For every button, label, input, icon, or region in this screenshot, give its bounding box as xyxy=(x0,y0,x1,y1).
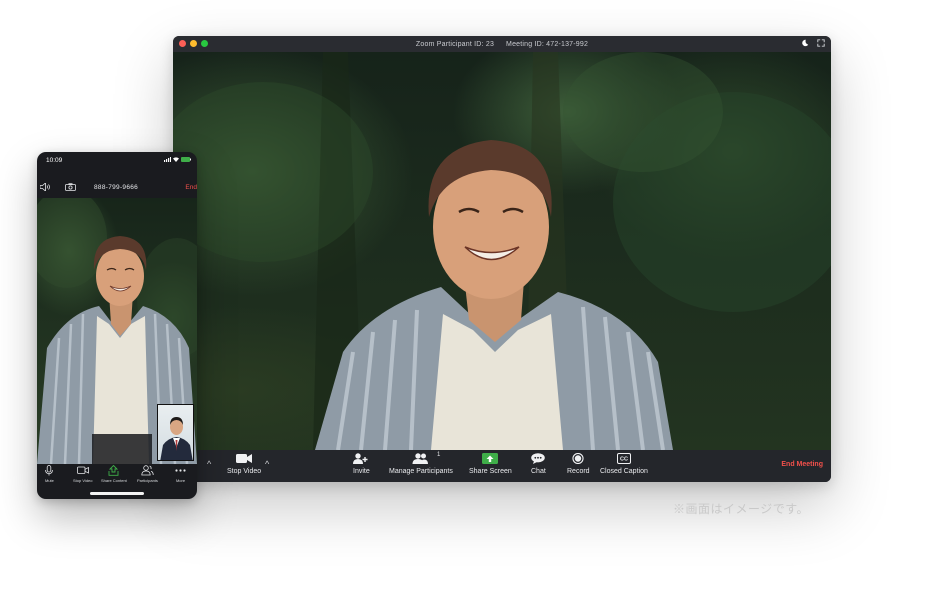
close-window-button[interactable] xyxy=(179,40,186,47)
invite-button[interactable]: Invite xyxy=(353,453,370,475)
record-label: Record xyxy=(567,468,590,475)
closed-caption-label: Closed Caption xyxy=(600,468,648,475)
phone-stop-video-button[interactable]: Stop Video xyxy=(73,465,93,483)
add-person-icon xyxy=(353,453,368,464)
switch-camera-icon[interactable] xyxy=(65,183,76,191)
chat-button[interactable]: Chat xyxy=(531,453,546,475)
manage-participants-button[interactable]: Manage Participants 1 xyxy=(389,452,453,475)
wifi-icon xyxy=(173,157,179,162)
phone-toolbar: Mute Stop Video Share Content Participan… xyxy=(37,464,197,488)
fullscreen-icon[interactable] xyxy=(817,39,825,47)
meeting-id-label: Meeting ID: 472-137-992 xyxy=(506,40,589,48)
meeting-phone-number: 888-799-9666 xyxy=(94,184,139,191)
video-camera-icon xyxy=(236,454,253,463)
window-title: Zoom Participant ID: 23 Meeting ID: 472-1… xyxy=(416,41,588,48)
desktop-meeting-window: Zoom Participant ID: 23 Meeting ID: 472-1… xyxy=(173,36,831,482)
phone-participants-button[interactable]: Participants xyxy=(137,465,158,483)
chat-bubble-icon xyxy=(531,453,546,464)
status-time: 10:09 xyxy=(46,157,63,164)
mute-button[interactable]: Mute xyxy=(45,465,54,483)
audio-options-caret[interactable]: ^ xyxy=(207,459,211,469)
moon-icon[interactable] xyxy=(801,39,809,47)
closed-caption-glyph: CC xyxy=(620,457,628,463)
record-icon xyxy=(572,453,584,464)
maximize-window-button[interactable] xyxy=(201,40,208,47)
phone-status-bar: 10:09 xyxy=(37,152,197,170)
share-content-button[interactable]: Share Content xyxy=(101,465,127,483)
title-icons xyxy=(801,39,825,47)
microphone-icon xyxy=(45,465,54,476)
title-bar: Zoom Participant ID: 23 Meeting ID: 472-1… xyxy=(173,36,831,52)
video-options-caret[interactable]: ^ xyxy=(265,459,269,469)
phone-participants-icon xyxy=(141,465,154,476)
main-video-feed xyxy=(173,52,831,450)
meeting-toolbar: ^ Stop Video ^ Invite Manage Participant… xyxy=(173,450,831,482)
minimize-window-button[interactable] xyxy=(190,40,197,47)
phone-participants-label: Participants xyxy=(137,478,158,483)
participant-id-label: Zoom Participant ID: 23 xyxy=(415,40,495,48)
participants-icon xyxy=(412,453,428,464)
more-dots-icon xyxy=(175,469,186,472)
phone-end-button[interactable]: End xyxy=(185,184,197,191)
stop-video-button[interactable]: Stop Video xyxy=(227,453,261,475)
phone-video-camera-icon xyxy=(76,466,89,474)
record-button[interactable]: Record xyxy=(567,453,590,475)
manage-participants-label: Manage Participants xyxy=(389,468,453,475)
share-screen-icon xyxy=(482,453,499,464)
self-view-thumbnail[interactable] xyxy=(157,404,194,461)
mobile-meeting-screen: 10:09 888-799-9666 End Mute Stop Video S… xyxy=(37,152,197,499)
participant-count: 1 xyxy=(437,452,441,458)
invite-label: Invite xyxy=(353,468,370,475)
self-view-person xyxy=(160,417,193,460)
stop-video-label: Stop Video xyxy=(227,468,262,475)
chat-label: Chat xyxy=(531,468,546,475)
window-controls xyxy=(179,40,208,47)
battery-icon xyxy=(181,157,191,162)
closed-caption-icon: CC xyxy=(616,453,631,464)
signal-icon xyxy=(164,157,171,162)
share-content-icon xyxy=(108,465,119,476)
home-indicator[interactable] xyxy=(90,492,144,495)
closed-caption-button[interactable]: CC Closed Caption xyxy=(600,453,648,475)
share-screen-button[interactable]: Share Screen xyxy=(469,453,512,475)
phone-stop-video-label: Stop Video xyxy=(73,478,93,483)
system-indicators xyxy=(164,157,191,162)
mute-label: Mute xyxy=(45,478,54,483)
share-screen-label: Share Screen xyxy=(469,468,512,475)
phone-call-header: 888-799-9666 End xyxy=(37,178,197,196)
speaker-icon[interactable] xyxy=(40,183,52,191)
main-video-speaker xyxy=(173,52,831,450)
more-label: More xyxy=(175,478,186,483)
image-disclaimer: ※画面はイメージです。 xyxy=(673,502,810,516)
end-meeting-button[interactable]: End Meeting xyxy=(781,461,823,468)
more-button[interactable]: More xyxy=(175,465,186,483)
share-content-label: Share Content xyxy=(101,478,127,483)
